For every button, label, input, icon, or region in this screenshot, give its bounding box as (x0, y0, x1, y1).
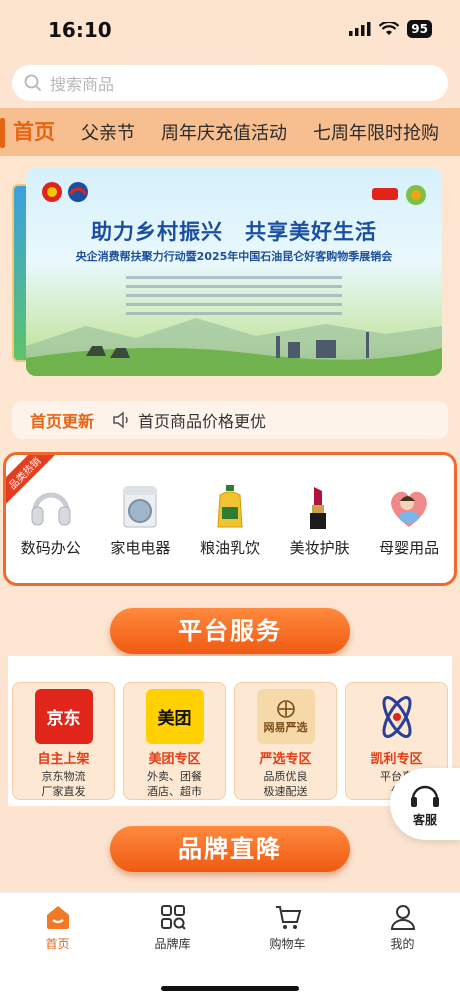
kaili-logo (368, 689, 426, 744)
customer-service-button[interactable]: 客服 (390, 768, 460, 840)
petrochina-logo (42, 182, 88, 202)
service-desc-1: 京东物流 (41, 770, 86, 783)
service-desc-2: 酒店、超市 (147, 785, 202, 798)
nav-profile[interactable]: 我的 (363, 903, 443, 952)
banner-slide[interactable]: 助力乡村振兴 共享美好生活 央企消费帮扶聚力行动暨2025年中国石油昆仑好客购物… (26, 168, 442, 376)
category-label: 母婴用品 (379, 539, 440, 557)
headset-icon (411, 785, 439, 807)
partner-logo (372, 185, 426, 205)
platform-services-header: 平台服务 (110, 608, 350, 654)
jd-logo: 京东 (34, 689, 93, 744)
category-home-appliances[interactable]: 家电电器 (97, 483, 183, 558)
jd-logo-text: 京东 (46, 709, 81, 729)
service-desc-1: 品质优良 (263, 770, 308, 783)
wifi-icon (379, 22, 400, 35)
atom-icon (382, 695, 411, 738)
speaker-icon (113, 411, 128, 429)
category-label: 美妆护肤 (289, 539, 350, 557)
mother-baby-icon (391, 491, 428, 527)
service-desc-2: 厂家直发 (41, 785, 86, 798)
service-name: 自主上架 (37, 752, 90, 767)
search-placeholder: 搜索商品 (50, 75, 115, 94)
status-time: 16:10 (48, 18, 112, 42)
home-icon (46, 906, 69, 929)
yanxuan-logo: 网易严选 (256, 689, 315, 744)
nav-cart[interactable]: 购物车 (248, 903, 328, 952)
nav-brand-library[interactable]: 品牌库 (133, 903, 213, 952)
update-label: 首页更新 (30, 412, 95, 431)
customer-service-label: 客服 (412, 812, 437, 827)
service-card-jd[interactable]: 京东 自主上架 京东物流 厂家直发 (12, 682, 115, 800)
service-desc-2: 极速配送 (263, 785, 308, 798)
nav-home[interactable]: 首页 (18, 903, 98, 952)
category-grain-oil-drinks[interactable]: 粮油乳饮 (187, 483, 273, 558)
yanxuan-logo-mark (276, 699, 295, 718)
tab-anniversary-recharge[interactable]: 周年庆充值活动 (161, 119, 287, 145)
banner-landscape (26, 318, 442, 376)
signal-icon (349, 22, 371, 36)
service-name: 严选专区 (259, 752, 312, 767)
banner-subtitle: 央企消费帮扶聚力行动暨2025年中国石油昆仑好客购物季展销会 (75, 250, 393, 263)
washing-machine-icon (123, 486, 157, 528)
nav-label: 我的 (390, 937, 415, 951)
category-digital-office[interactable]: 数码办公 (8, 483, 94, 558)
banner-carousel[interactable]: 助力乡村振兴 共享美好生活 央企消费帮扶聚力行动暨2025年中国石油昆仑好客购物… (10, 168, 450, 378)
battery-indicator: 95 (407, 20, 432, 38)
service-card-yanxuan[interactable]: 网易严选 严选专区 品质优良 极速配送 (234, 682, 337, 800)
platform-services-section: 京东 自主上架 京东物流 厂家直发 美团 美团专区 外卖、团餐 酒店、超市 网易… (8, 656, 452, 806)
service-card-meituan[interactable]: 美团 美团专区 外卖、团餐 酒店、超市 (123, 682, 226, 800)
category-label: 数码办公 (20, 539, 81, 557)
meituan-logo: 美团 (145, 689, 204, 744)
brand-discount-header[interactable]: 品牌直降 (110, 826, 350, 872)
service-name: 凯利专区 (370, 752, 423, 767)
status-bar: 16:10 95 (0, 0, 460, 60)
service-desc-1: 外卖、团餐 (147, 770, 202, 783)
service-name: 美团专区 (148, 752, 201, 767)
category-tabs: 首页 父亲节 周年庆充值活动 七周年限时抢购 (0, 108, 460, 156)
tab-fathers-day[interactable]: 父亲节 (81, 119, 135, 145)
search-icon (24, 74, 42, 92)
banner-title: 助力乡村振兴 共享美好生活 (91, 220, 377, 244)
home-indicator (161, 986, 299, 991)
tab-flash-sale[interactable]: 七周年限时抢购 (313, 119, 439, 145)
oil-bottle-icon (217, 485, 243, 528)
search-input[interactable]: 搜索商品 (12, 65, 448, 101)
category-mother-baby[interactable]: 母婴用品 (366, 483, 452, 558)
nav-label: 首页 (45, 937, 70, 951)
category-label: 粮油乳饮 (199, 539, 260, 557)
tab-home[interactable]: 首页 (0, 116, 55, 148)
hot-categories-panel: 品类热销 数码办公 家电电器 粮油乳饮 美妆护肤 母婴用品 (3, 452, 457, 586)
cart-icon (275, 906, 301, 929)
category-beauty-skincare[interactable]: 美妆护肤 (277, 483, 363, 558)
nav-label: 购物车 (269, 937, 306, 951)
status-icons: 95 (349, 20, 432, 38)
lipstick-icon (309, 487, 326, 529)
category-label: 家电电器 (110, 539, 171, 557)
home-update-notice[interactable]: 首页更新 首页商品价格更优 (12, 401, 448, 439)
bottom-navigation: 首页 品牌库 购物车 我的 (0, 892, 460, 999)
headphones-icon (31, 492, 71, 526)
yanxuan-logo-text: 网易严选 (263, 720, 308, 734)
update-text: 首页商品价格更优 (138, 412, 267, 431)
user-icon (390, 905, 415, 930)
meituan-logo-text: 美团 (157, 709, 192, 729)
nav-label: 品牌库 (154, 937, 191, 951)
brand-grid-icon (160, 905, 186, 930)
